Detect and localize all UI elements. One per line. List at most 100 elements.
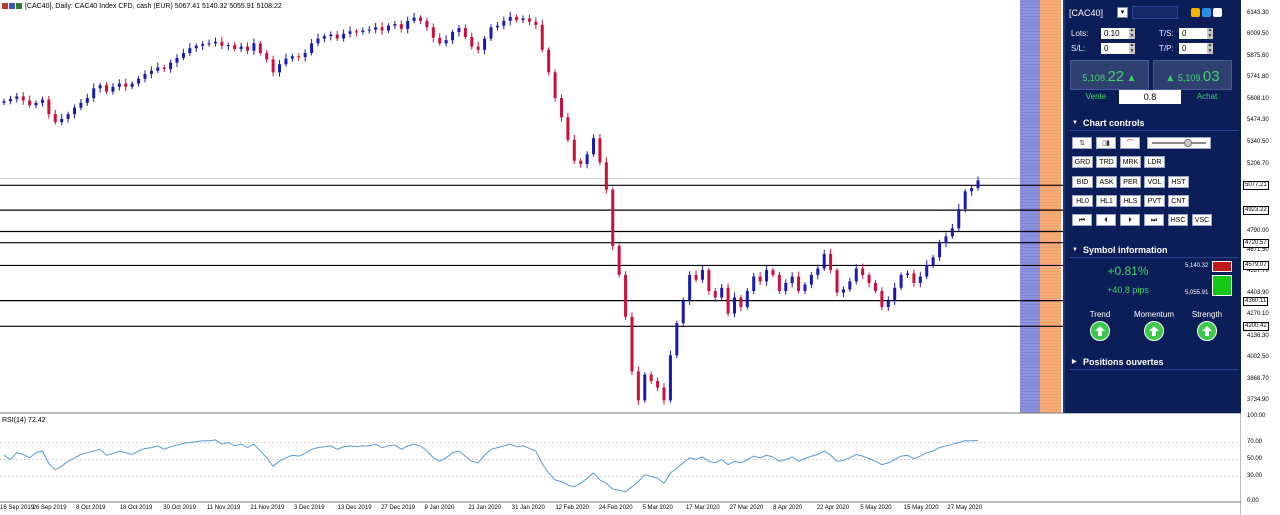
date-tick-label: 3 Dec 2019: [293, 505, 325, 511]
toggle-hl1-button[interactable]: HL1: [1096, 195, 1117, 207]
toggle-pvt-button[interactable]: PVT: [1144, 195, 1165, 207]
change-percent: +0.81%: [1107, 264, 1149, 278]
candle-body: [495, 25, 499, 28]
candle-body: [726, 287, 730, 314]
candle-type-icon[interactable]: ▯▮: [1096, 137, 1116, 149]
level-price-tag: 4923.22: [1243, 206, 1269, 216]
rsi-pane: [0, 414, 1241, 502]
candle-body: [463, 28, 467, 37]
sell-up-arrow-icon: ▲: [1126, 73, 1137, 84]
strength-label: Strength: [1191, 310, 1223, 319]
candle-body: [399, 24, 403, 29]
panel-refresh-icon[interactable]: [1202, 8, 1211, 17]
momentum-label: Momentum: [1133, 310, 1174, 319]
symbol-search-input[interactable]: [1132, 6, 1178, 19]
date-tick-label: 22 Apr 2020: [816, 505, 850, 511]
nav-last-button[interactable]: ⏭: [1144, 214, 1164, 226]
zoom-slider[interactable]: [1147, 137, 1211, 149]
candle-body: [335, 34, 339, 39]
candle-body: [944, 236, 948, 243]
sl-stepper[interactable]: ▲ ▼: [1129, 43, 1135, 54]
ts-field[interactable]: 0: [1179, 28, 1207, 39]
lots-field[interactable]: 0.10: [1101, 28, 1129, 39]
nav-first-button[interactable]: ⏮: [1072, 214, 1092, 226]
rsi-label: RSI(14) 72.42: [2, 417, 46, 424]
candle-body: [566, 117, 570, 140]
candle-body: [854, 268, 858, 282]
candle-body: [425, 20, 429, 28]
toggle-grd-button[interactable]: GRD: [1072, 156, 1093, 168]
toggle-trd-button[interactable]: TRD: [1096, 156, 1117, 168]
collapse-arrow-icon: ▼: [1072, 120, 1078, 126]
price-tick-label: 3868.70: [1247, 375, 1269, 382]
chart-title: [CAC40], Daily: CAC40 Index CFD, cash (E…: [2, 3, 282, 10]
trading-panel: [CAC40] ▾ Lots: 0.10 ▲ ▼ T/S: 0 ▲ ▼ S/L: 0…: [1063, 0, 1243, 413]
candle-body: [316, 38, 320, 44]
buy-button[interactable]: ▲ 5,109.03: [1153, 60, 1232, 90]
tp-stepper[interactable]: ▲ ▼: [1207, 43, 1213, 54]
chart-menu-icon[interactable]: [2, 3, 8, 9]
candle-body: [342, 33, 346, 39]
date-tick-label: 9 Jan 2020: [424, 505, 455, 511]
candle-body: [105, 85, 109, 92]
candle-body: [79, 102, 83, 108]
nav-next-button[interactable]: ⏵: [1120, 214, 1140, 226]
candle-body: [213, 41, 217, 44]
candle-body: [290, 56, 294, 59]
toggle-ldr-button[interactable]: LDR: [1144, 156, 1165, 168]
date-tick-label: 21 Jan 2020: [468, 505, 502, 511]
candle-body: [156, 67, 160, 71]
panel-info-icon[interactable]: [1213, 8, 1222, 17]
sell-button[interactable]: 5,108.22 ▲: [1070, 60, 1149, 90]
toggle-hst-button[interactable]: HST: [1168, 176, 1189, 188]
panel-tool-icon[interactable]: [1191, 8, 1200, 17]
candle-body: [963, 191, 967, 209]
toggle-hl0-button[interactable]: HL0: [1072, 195, 1093, 207]
candle-body: [790, 276, 794, 283]
toggle-vol-button[interactable]: VOL: [1144, 176, 1165, 188]
candle-body: [412, 17, 416, 21]
chart-settings-icon[interactable]: [9, 3, 15, 9]
vsc-button[interactable]: VSC: [1192, 214, 1212, 226]
level-price-tag: 4720.57: [1243, 238, 1269, 248]
zoom-slider-handle[interactable]: [1184, 139, 1192, 147]
toggle-mrk-button[interactable]: MRK: [1120, 156, 1141, 168]
date-tick-label: 31 Jan 2020: [511, 505, 545, 511]
candle-body: [149, 70, 153, 74]
price-tick-label: 4270.10: [1247, 311, 1269, 318]
candle-body: [572, 139, 576, 161]
price-tick-label: 4790.00: [1247, 227, 1269, 234]
trend-up-icon: [1090, 321, 1110, 341]
date-tick-label: 8 Oct 2019: [76, 505, 106, 511]
candle-body: [98, 85, 102, 89]
toggle-per-button[interactable]: PER: [1120, 176, 1141, 188]
candle-body: [483, 38, 487, 50]
lots-stepper[interactable]: ▲ ▼: [1129, 28, 1135, 39]
chart-props-icon[interactable]: [16, 3, 22, 9]
toggle-cnt-button[interactable]: CNT: [1168, 195, 1189, 207]
symbol-information-header[interactable]: ▼ Symbol information: [1069, 243, 1239, 258]
positions-header[interactable]: ▶ Positions ouvertes: [1069, 355, 1239, 370]
tp-field[interactable]: 0: [1179, 43, 1207, 54]
candle-body: [284, 58, 288, 65]
sl-label: S/L:: [1071, 44, 1086, 53]
line-type-icon[interactable]: ⌒: [1120, 137, 1140, 149]
ts-stepper[interactable]: ▲ ▼: [1207, 28, 1213, 39]
candle-body: [707, 270, 711, 292]
hsc-button[interactable]: HSC: [1168, 214, 1188, 226]
candle-body: [899, 274, 903, 288]
nav-prev-button[interactable]: ⏴: [1096, 214, 1116, 226]
toggle-ask-button[interactable]: ASK: [1096, 176, 1117, 188]
buy-price-big: 03: [1202, 68, 1220, 85]
sl-field[interactable]: 0: [1101, 43, 1129, 54]
toggle-bid-button[interactable]: BID: [1072, 176, 1093, 188]
toggle-hls-button[interactable]: HLS: [1120, 195, 1141, 207]
candle-body: [976, 180, 980, 189]
chart-controls-header[interactable]: ▼ Chart controls: [1069, 116, 1239, 131]
candle-body: [700, 270, 704, 280]
candle-body: [797, 276, 801, 292]
candle-body: [117, 83, 121, 87]
symbol-dropdown[interactable]: ▾: [1117, 7, 1128, 18]
bar-type-icon[interactable]: ⇅: [1072, 137, 1092, 149]
candle-body: [419, 17, 423, 21]
